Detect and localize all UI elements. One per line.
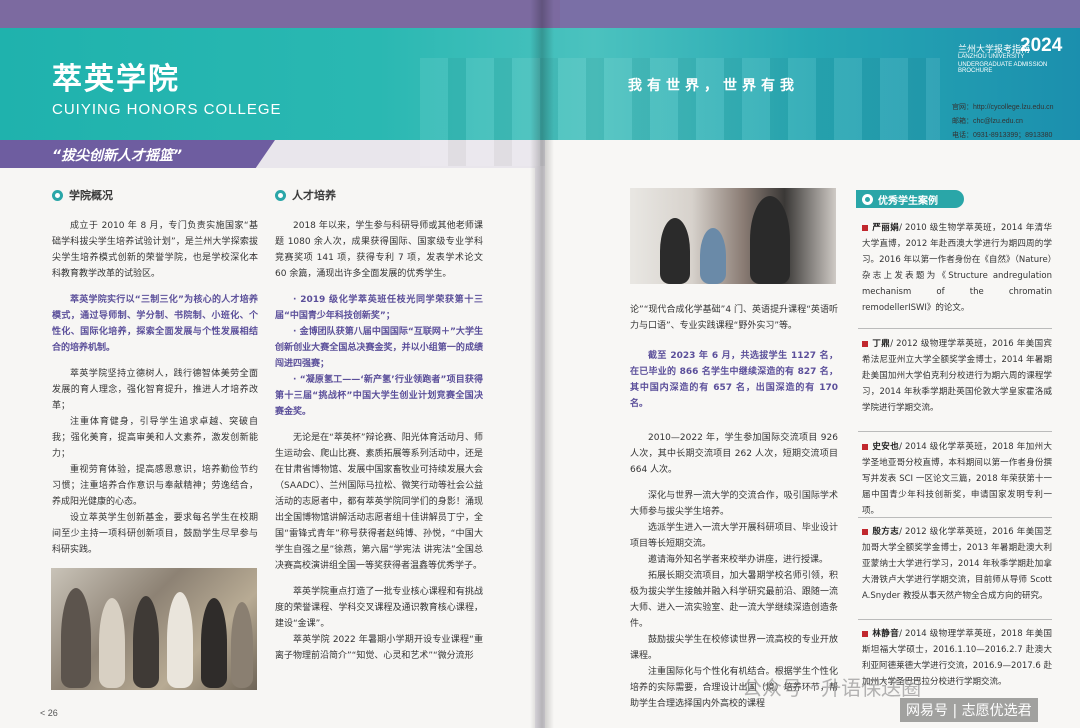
- red-square-icon: [862, 340, 868, 347]
- paragraph: 萃英学院重点打造了一批专业核心课程和有挑战度的荣誉课程、学科交叉课程及通识教育核…: [275, 587, 483, 629]
- contact-phone: 电话：0931-8913399；8913380: [952, 132, 1053, 139]
- case-item: 丁鼎/ 2012 级物理学萃英班，2016 年美国宾希法尼亚州立大学全额奖学金博…: [862, 336, 1052, 416]
- case-text: / 2012 级化学萃英班，2016 年美国芝加哥大学全额奖学金博士，2013 …: [862, 527, 1052, 601]
- case-name: 严丽娟: [872, 223, 900, 233]
- paragraph: 论”“现代合成化学基础”4 门、英语提升课程“英语听力与口语”、专业实践课程“野…: [630, 305, 838, 331]
- paragraph: 萃英学院坚持立德树人，践行德智体美劳全面发展的育人理念，强化智育提升，推进人才培…: [52, 369, 258, 411]
- case-item: 史安也/ 2014 级化学萃英班，2018 年加州大学圣地亚哥分校直博，本科期间…: [862, 439, 1052, 519]
- watermark-badge: 网易号 | 志愿优选君: [900, 698, 1038, 722]
- teacher-students-photo: [630, 188, 836, 284]
- page-title-en: CUIYING HONORS COLLEGE: [52, 101, 282, 118]
- circle-bullet-icon: [52, 189, 63, 201]
- students-group-photo: [51, 568, 257, 690]
- divider: [858, 431, 1052, 432]
- talent-column: 2018 年以来，学生参与科研导师或其他老师课题 1080 余人次，成果获得国际…: [275, 218, 483, 664]
- paragraph: 注重体育健身，引导学生追求卓越、突破自我；强化美育，提高审美和人文素养，激发创新…: [52, 417, 258, 459]
- red-square-icon: [862, 630, 868, 637]
- watermark: 公众号 · 升语保送圈: [742, 676, 922, 700]
- top-band-right: [560, 0, 1080, 28]
- section-talent-title: 人才培养: [292, 189, 336, 202]
- book-gutter: [530, 0, 554, 728]
- paragraph: 拓展长期交流项目，加大暑期学校名师引领，积极为拔尖学生接触并融入科学研究最前沿、…: [630, 571, 838, 629]
- paragraph: 成立于 2010 年 8 月，专门负责实施国家“基础学科拔尖学生培养试验计划”，…: [52, 221, 258, 279]
- slogan: 我有世界，世界有我: [628, 78, 799, 94]
- case-name: 丁鼎: [872, 339, 891, 349]
- case-text: / 2014 级化学萃英班，2018 年加州大学圣地亚哥分校直博，本科期间以第一…: [862, 442, 1052, 516]
- talent-column-continued: 论”“现代合成化学基础”4 门、英语提升课程“英语听力与口语”、专业实践课程“野…: [630, 302, 838, 712]
- cases-tag: 优秀学生案例: [856, 190, 964, 208]
- highlight-paragraph: · “凝原氢工——‘新产氢’行业领跑者”项目获得第十三届“挑战杯”中国大学生创业…: [275, 375, 483, 417]
- case-text: / 2010 级生物学萃英班，2014 年清华大学直博，2012 年赴西澳大学进…: [862, 223, 1052, 313]
- divider: [858, 619, 1052, 620]
- red-square-icon: [862, 224, 868, 231]
- paragraph: 重视劳育体验，提高感恩意识，培养勤俭节约习惯；注重培养合作意识与奉献精神；劳逸结…: [52, 465, 258, 507]
- guide-en-line2: UNDERGRADUATE ADMISSION BROCHURE: [958, 62, 1048, 74]
- highlight-paragraph: 截至 2023 年 6 月，共选拔学生 1127 名，在已毕业的 866 名学生…: [630, 351, 838, 409]
- paragraph: 鼓励拔尖学生在校修读世界一流高校的专业开放课程。: [630, 635, 838, 661]
- circle-bullet-icon: [862, 193, 873, 205]
- circle-bullet-icon: [275, 189, 286, 201]
- paragraph: 萃英学院 2022 年暑期小学期开设专业课程“重离子物理前沿简介”“知觉、心灵和…: [275, 635, 483, 661]
- page-number: < 26: [40, 708, 58, 718]
- divider: [858, 328, 1052, 329]
- red-square-icon: [862, 443, 868, 450]
- highlight-paragraph: 萃英学院实行以“三制三化”为核心的人才培养模式，通过导师制、学分制、书院制、小班…: [52, 295, 258, 353]
- case-item: 严丽娟/ 2010 级生物学萃英班，2014 年清华大学直博，2012 年赴西澳…: [862, 220, 1052, 316]
- brochure-spread: 萃英学院 CUIYING HONORS COLLEGE 我有世界，世界有我 兰州…: [0, 0, 1080, 728]
- case-name: 殷方志: [872, 527, 900, 537]
- section-overview: 学院概况: [52, 187, 113, 203]
- section-overview-title: 学院概况: [69, 189, 113, 202]
- paragraph: 2010—2022 年，学生参加国际交流项目 926 人次，其中长期交流项目 2…: [630, 433, 838, 475]
- ribbon-text: “拔尖创新人才摇篮”: [52, 148, 183, 164]
- section-talent: 人才培养: [275, 187, 336, 203]
- red-square-icon: [862, 528, 868, 535]
- contact-website: 官网：http://cycollege.lzu.edu.cn: [952, 104, 1054, 111]
- case-name: 林静音: [872, 629, 900, 639]
- paragraph: 2018 年以来，学生参与科研导师或其他老师课题 1080 余人次，成果获得国际…: [275, 221, 483, 279]
- paragraph: 邀请海外知名学者来校举办讲座，进行授课。: [648, 555, 829, 565]
- paragraph: 选派学生进入一流大学开展科研项目、毕业设计项目等长短期交流。: [630, 523, 838, 549]
- overview-column: 成立于 2010 年 8 月，专门负责实施国家“基础学科拔尖学生培养试验计划”，…: [52, 218, 258, 568]
- divider: [858, 517, 1052, 518]
- page-title: 萃英学院: [52, 62, 180, 97]
- highlight-paragraph: · 2019 级化学萃英班任枝光同学荣获第十三届“中国青少年科技创新奖”；: [275, 295, 483, 321]
- highlight-paragraph: · 金博团队获第八届中国国际“互联网＋”大学生创新创业大赛全国总决赛金奖，并以小…: [275, 327, 483, 369]
- paragraph: 设立萃英学生创新基金，要求每名学生在校期间至少主持一项科研创新项目，鼓励学生尽早…: [52, 513, 258, 555]
- case-text: / 2012 级物理学萃英班，2016 年美国宾希法尼亚州立大学全额奖学金博士，…: [862, 339, 1052, 413]
- case-name: 史安也: [872, 442, 900, 452]
- cases-title: 优秀学生案例: [878, 195, 938, 207]
- contact-email: 邮箱：chc@lzu.edu.cn: [952, 118, 1023, 125]
- paragraph: 无论是在“萃英杯”辩论赛、阳光体育活动月、师生运动会、爬山比赛、素质拓展等系列活…: [275, 433, 483, 571]
- case-item: 殷方志/ 2012 级化学萃英班，2016 年美国芝加哥大学全额奖学金博士，20…: [862, 524, 1052, 604]
- guide-year: 2024: [1020, 35, 1063, 56]
- guide-en-line1: LANZHOU UNIVERSITY: [958, 54, 1025, 60]
- paragraph: 深化与世界一流大学的交流合作，吸引国际学术大师参与拔尖学生培养。: [630, 491, 838, 517]
